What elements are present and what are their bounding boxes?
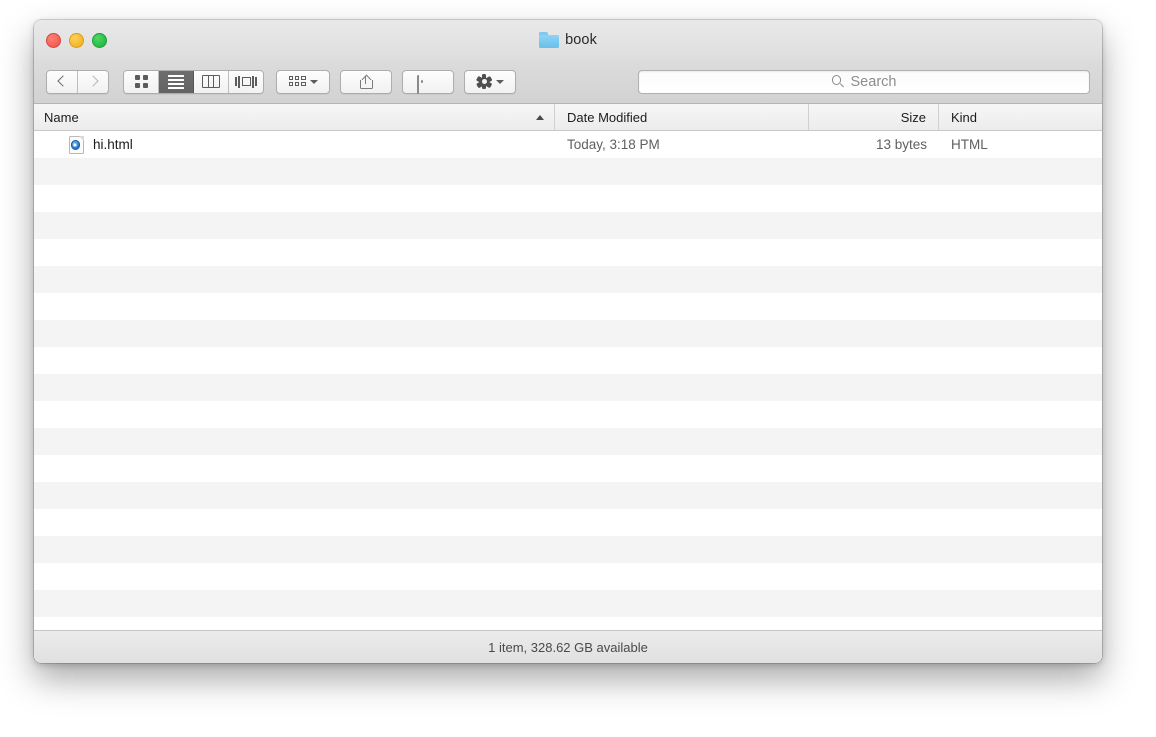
chevron-right-icon xyxy=(89,75,97,88)
share-icon xyxy=(359,74,373,89)
icon-view-button[interactable] xyxy=(124,70,159,93)
empty-row xyxy=(34,563,1102,590)
empty-row xyxy=(34,455,1102,482)
empty-row xyxy=(34,374,1102,401)
empty-row xyxy=(34,158,1102,185)
list-icon xyxy=(168,74,184,89)
column-header-name-label: Name xyxy=(44,109,79,125)
empty-row xyxy=(34,536,1102,563)
share-button[interactable] xyxy=(340,69,392,94)
gear-icon xyxy=(475,73,492,90)
status-bar: 1 item, 328.62 GB available xyxy=(34,630,1102,663)
search-placeholder: Search xyxy=(850,73,897,90)
grid-icon xyxy=(134,75,148,88)
sort-ascending-icon xyxy=(536,115,544,120)
empty-row xyxy=(34,482,1102,509)
file-kind-cell: HTML xyxy=(951,137,988,152)
minimize-button[interactable] xyxy=(69,33,84,48)
empty-row xyxy=(34,212,1102,239)
empty-row xyxy=(34,509,1102,536)
close-button[interactable] xyxy=(46,33,61,48)
column-header-date-label: Date Modified xyxy=(567,109,648,125)
empty-row xyxy=(34,428,1102,455)
zoom-button[interactable] xyxy=(92,33,107,48)
empty-row xyxy=(34,185,1102,212)
column-header-kind[interactable]: Kind xyxy=(939,104,1102,130)
empty-row xyxy=(34,320,1102,347)
finder-window: book Search Name Date Modified Size Kind… xyxy=(34,20,1102,663)
empty-row xyxy=(34,293,1102,320)
list-view-button[interactable] xyxy=(159,70,194,93)
file-list[interactable]: hi.html Today, 3:18 PM 13 bytes HTML xyxy=(34,131,1102,630)
columns-icon xyxy=(202,75,220,88)
column-header-date-modified[interactable]: Date Modified xyxy=(555,104,809,130)
column-header-name[interactable]: Name xyxy=(34,104,555,130)
chevron-down-icon xyxy=(309,79,318,84)
file-size-cell: 13 bytes xyxy=(875,137,927,152)
coverflow-view-button[interactable] xyxy=(229,70,263,93)
empty-row xyxy=(34,266,1102,293)
file-name-label: hi.html xyxy=(93,137,133,152)
chevron-left-icon xyxy=(58,75,66,88)
tag-button[interactable] xyxy=(402,69,454,94)
view-mode-group xyxy=(123,69,264,94)
file-date-cell: Today, 3:18 PM xyxy=(567,137,660,152)
status-text: 1 item, 328.62 GB available xyxy=(488,639,648,655)
empty-rows-container xyxy=(34,158,1102,617)
coverflow-icon xyxy=(235,75,257,89)
column-header-row: Name Date Modified Size Kind xyxy=(34,104,1102,131)
finder-toolbar: Search xyxy=(34,60,1102,104)
column-header-kind-label: Kind xyxy=(951,109,978,125)
empty-row xyxy=(34,239,1102,266)
screen: book Search Name Date Modified Size Kind… xyxy=(0,0,1156,737)
forward-button[interactable] xyxy=(78,70,108,93)
arrange-icon xyxy=(288,75,306,88)
empty-row xyxy=(34,347,1102,374)
empty-row xyxy=(34,590,1102,617)
column-header-size[interactable]: Size xyxy=(809,104,939,130)
empty-row xyxy=(34,401,1102,428)
file-name-cell: hi.html xyxy=(34,135,555,154)
column-header-size-label: Size xyxy=(900,109,926,125)
folder-icon xyxy=(539,32,560,48)
arrange-button[interactable] xyxy=(276,69,330,94)
navigation-buttons xyxy=(46,69,109,94)
search-icon xyxy=(831,75,845,88)
back-button[interactable] xyxy=(47,70,78,93)
search-input[interactable]: Search xyxy=(638,69,1090,94)
chevron-down-icon xyxy=(495,79,504,84)
action-menu-button[interactable] xyxy=(464,69,516,94)
window-title-group: book xyxy=(34,20,1102,60)
tag-icon xyxy=(417,74,439,94)
html-document-icon xyxy=(69,135,84,154)
page-title: book xyxy=(565,32,597,48)
table-row[interactable]: hi.html Today, 3:18 PM 13 bytes HTML xyxy=(34,131,1102,158)
traffic-lights xyxy=(46,33,107,48)
column-view-button[interactable] xyxy=(194,70,229,93)
window-titlebar: book xyxy=(34,20,1102,60)
